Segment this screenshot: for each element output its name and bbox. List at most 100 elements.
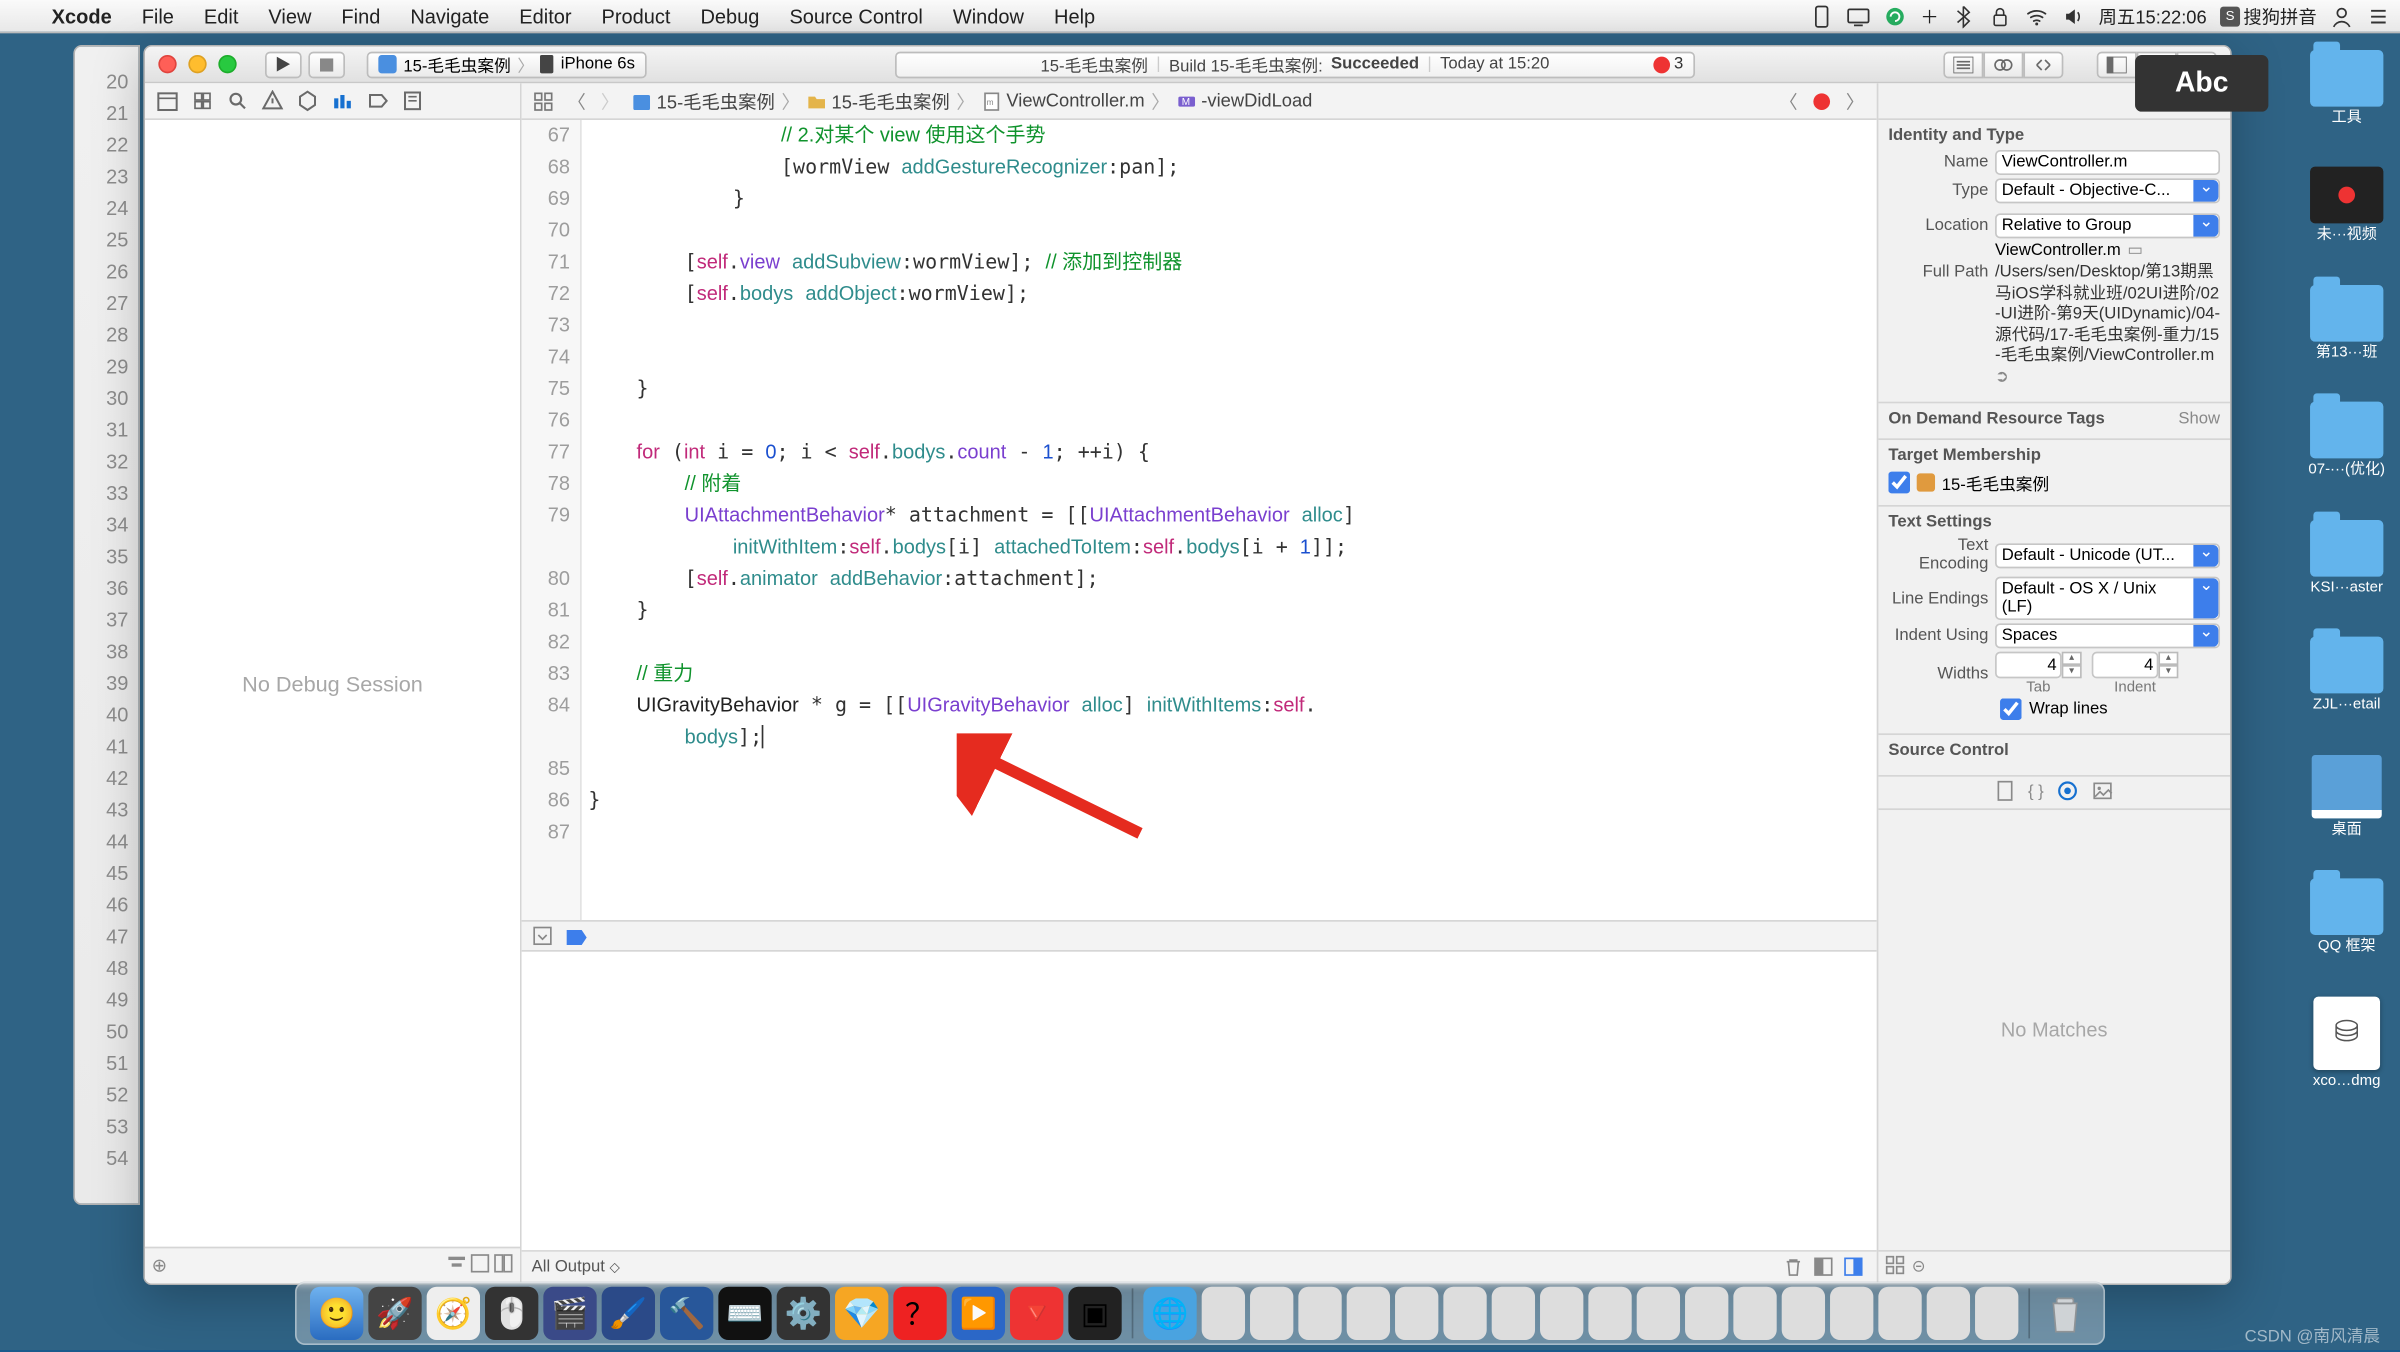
dock-min-window[interactable] — [1830, 1287, 1873, 1340]
dock-app-4[interactable]: ▶️ — [952, 1287, 1005, 1340]
dock-min-window[interactable] — [1492, 1287, 1535, 1340]
desktop-item[interactable]: 桌面 — [2300, 754, 2393, 836]
dock-app-5[interactable]: 🔻 — [1010, 1287, 1063, 1340]
dock-min-window[interactable] — [1347, 1287, 1390, 1340]
lib-media-icon[interactable] — [2092, 779, 2114, 806]
menu-window[interactable]: Window — [938, 4, 1039, 27]
dock-min-window[interactable] — [1298, 1287, 1341, 1340]
dock-min-window[interactable] — [1878, 1287, 1921, 1340]
indent-using-select[interactable]: Spaces — [1995, 623, 2220, 648]
desktop-item[interactable]: 第13···班 — [2300, 285, 2393, 361]
activity-viewer[interactable]: 15-毛毛虫案例 | Build 15-毛毛虫案例: Succeeded | T… — [895, 51, 1695, 78]
status-lock-icon[interactable] — [1989, 4, 2012, 27]
dock-min-window[interactable] — [1588, 1287, 1631, 1340]
breakpoint-toggle-icon[interactable] — [565, 924, 588, 947]
filter-add-icon[interactable]: ⊕ — [152, 1255, 167, 1277]
version-editor-button[interactable] — [2023, 51, 2063, 78]
trash-icon[interactable] — [1783, 1256, 1806, 1279]
clock[interactable]: 周五15:22:06 — [2099, 3, 2207, 30]
window-minimize-button[interactable] — [188, 55, 206, 73]
filter-icon-1[interactable] — [447, 1253, 467, 1278]
notification-center-icon[interactable] — [2367, 4, 2390, 27]
debug-toggle-icon[interactable] — [532, 924, 555, 947]
menu-source-control[interactable]: Source Control — [774, 4, 937, 27]
indent-width-input[interactable] — [2092, 652, 2159, 679]
issue-prev-button[interactable]: 〈 — [1773, 88, 1803, 115]
dock-min-window[interactable] — [1782, 1287, 1825, 1340]
dock-trash[interactable] — [2040, 1288, 2090, 1338]
desktop-item[interactable]: KSI···aster — [2300, 520, 2393, 596]
jump-file[interactable]: mViewController.m — [978, 91, 1148, 111]
dock-min-window[interactable] — [1202, 1287, 1245, 1340]
dock-min-window[interactable] — [1443, 1287, 1486, 1340]
ime-indicator[interactable]: S搜狗拼音 — [2220, 3, 2317, 30]
issue-next-button[interactable]: 〉 — [1840, 88, 1870, 115]
dock-min-window[interactable] — [1540, 1287, 1583, 1340]
dock-safari[interactable]: 🧭 — [427, 1287, 480, 1340]
error-badge[interactable]: 3 — [1654, 55, 1683, 73]
lib-objects-icon[interactable] — [2057, 779, 2079, 806]
dock-preferences[interactable]: ⚙️ — [777, 1287, 830, 1340]
code-text[interactable]: // 2.对某个 view 使用这个手势 [wormView addGestur… — [582, 120, 1877, 920]
status-user-icon[interactable] — [2330, 4, 2353, 27]
line-endings-select[interactable]: Default - OS X / Unix (LF) — [1995, 577, 2220, 620]
dock-min-window[interactable] — [1685, 1287, 1728, 1340]
status-sync-icon[interactable] — [1884, 4, 1907, 27]
tab-width-input[interactable] — [1995, 652, 2062, 679]
jump-method[interactable]: M-viewDidLoad — [1173, 91, 1316, 111]
output-filter[interactable]: All Output ◇ — [532, 1258, 620, 1276]
menu-debug[interactable]: Debug — [685, 4, 774, 27]
stop-button[interactable] — [308, 51, 345, 78]
status-volume-icon[interactable] — [2062, 4, 2085, 27]
window-close-button[interactable] — [158, 55, 176, 73]
variables-pane-icon[interactable] — [1813, 1256, 1836, 1279]
dock-app-2[interactable]: 🖌️ — [602, 1287, 655, 1340]
lib-code-snippets-icon[interactable]: { } — [2028, 783, 2044, 801]
console-output[interactable] — [522, 952, 1877, 1250]
lib-file-templates-icon[interactable] — [1995, 779, 2015, 806]
menu-file[interactable]: File — [127, 4, 189, 27]
menu-view[interactable]: View — [253, 4, 326, 27]
forward-button[interactable]: 〉 — [595, 88, 625, 115]
file-name-input[interactable] — [1995, 150, 2220, 175]
indent-width-stepper[interactable]: ▴▾ — [2158, 652, 2178, 679]
status-phone-icon[interactable] — [1810, 4, 1833, 27]
menu-editor[interactable]: Editor — [504, 4, 586, 27]
folder-chooser-icon[interactable]: ▭ — [2127, 242, 2143, 260]
run-button[interactable] — [265, 51, 302, 78]
status-bluetooth-icon[interactable] — [1952, 4, 1975, 27]
dock-min-window[interactable] — [1395, 1287, 1438, 1340]
lib-filter-icon[interactable]: ⊝ — [1912, 1258, 1926, 1276]
source-editor[interactable]: 67686970717273747576777879 8081828384 85… — [522, 120, 1877, 920]
dock-terminal[interactable]: ⌨️ — [718, 1287, 771, 1340]
dock-xcode[interactable]: 🔨 — [660, 1287, 713, 1340]
target-checkbox[interactable] — [1888, 472, 1910, 494]
toggle-navigator-button[interactable] — [2097, 51, 2137, 78]
dock-app-3[interactable]: ？ — [893, 1287, 946, 1340]
back-button[interactable]: 〈 — [562, 88, 592, 115]
dock-app-7[interactable]: 🌐 — [1143, 1287, 1196, 1340]
window-zoom-button[interactable] — [218, 55, 236, 73]
breakpoint-navigator-icon[interactable] — [362, 86, 392, 116]
dock-app-1[interactable]: 🎬 — [543, 1287, 596, 1340]
issue-navigator-icon[interactable] — [257, 86, 287, 116]
find-navigator-icon[interactable] — [222, 86, 252, 116]
status-plus-icon[interactable]: ＋ — [1920, 3, 1938, 30]
tab-width-stepper[interactable]: ▴▾ — [2062, 652, 2082, 679]
dock-app-6[interactable]: ▣ — [1068, 1287, 1121, 1340]
dock-min-window[interactable] — [1250, 1287, 1293, 1340]
scheme-selector[interactable]: 15-毛毛虫案例 〉 iPhone 6s — [367, 51, 647, 78]
issue-marker[interactable] — [1807, 88, 1837, 115]
odr-show-button[interactable]: Show — [2178, 410, 2220, 428]
status-display-icon[interactable] — [1847, 4, 1870, 27]
dock-mouse[interactable]: 🖱️ — [485, 1287, 538, 1340]
desktop-item[interactable]: 未···视频 — [2300, 167, 2393, 243]
location-select[interactable]: Relative to Group — [1995, 213, 2220, 238]
test-navigator-icon[interactable] — [292, 86, 322, 116]
dock-finder[interactable]: 🙂 — [310, 1287, 363, 1340]
dock-min-window[interactable] — [1733, 1287, 1776, 1340]
symbol-navigator-icon[interactable] — [187, 86, 217, 116]
assistant-editor-button[interactable] — [1983, 51, 2023, 78]
desktop-item[interactable]: 工具 — [2300, 50, 2393, 126]
app-menu[interactable]: Xcode — [37, 4, 127, 27]
